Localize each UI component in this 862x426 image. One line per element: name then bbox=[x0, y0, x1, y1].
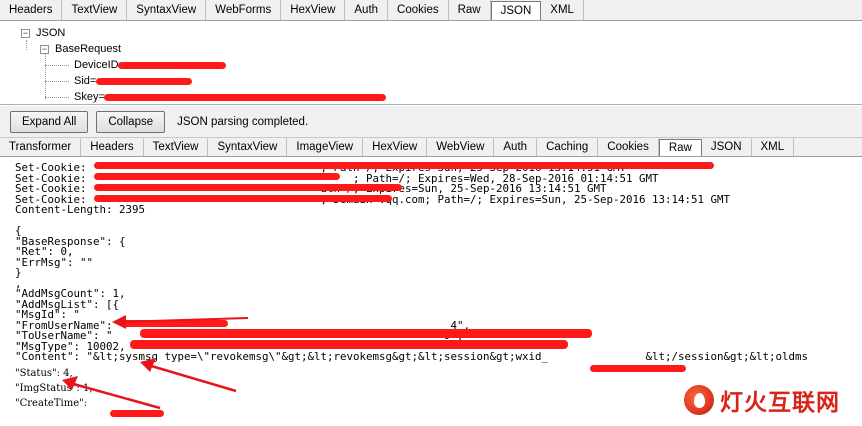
watermark-text: 灯火互联网 bbox=[720, 390, 840, 416]
arrow-content bbox=[147, 363, 237, 393]
arrow-head bbox=[62, 376, 78, 390]
annotation-arrows bbox=[62, 315, 249, 410]
flame-logo-icon bbox=[684, 385, 714, 415]
arrow-msgid bbox=[119, 317, 249, 323]
arrow-head bbox=[112, 315, 126, 329]
watermark: 灯火互联网 bbox=[684, 383, 840, 417]
arrow-status bbox=[69, 381, 161, 410]
arrow-head bbox=[140, 358, 156, 372]
